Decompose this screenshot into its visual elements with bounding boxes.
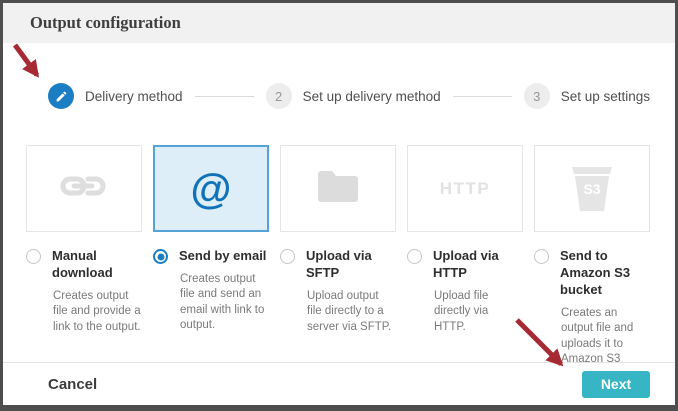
option-manual-download: Manual download Creates output file and … xyxy=(26,248,142,368)
step-label: Set up delivery method xyxy=(303,89,441,104)
pencil-icon xyxy=(48,83,74,109)
card-upload-http[interactable]: HTTP xyxy=(407,145,523,232)
stepper: Delivery method 2 Set up delivery method… xyxy=(48,83,650,109)
option-upload-sftp: Upload via SFTP Upload output file direc… xyxy=(280,248,396,368)
step-number-badge: 3 xyxy=(524,83,550,109)
option-label[interactable]: Send by email xyxy=(179,248,266,265)
option-description: Creates output file and send an email wi… xyxy=(180,272,269,334)
card-send-to-s3[interactable]: S3 xyxy=(534,145,650,232)
option-send-by-email: Send by email Creates output file and se… xyxy=(153,248,269,368)
http-icon: HTTP xyxy=(440,179,490,199)
option-description: Creates an output file and uploads it to… xyxy=(561,306,650,368)
radio-send-by-email[interactable] xyxy=(153,249,168,264)
radio-send-to-s3[interactable] xyxy=(534,249,549,264)
dialog-footer: Cancel Next xyxy=(3,362,675,405)
option-label[interactable]: Manual download xyxy=(52,248,142,282)
dialog-header: Output configuration xyxy=(3,3,675,43)
step-delivery-method[interactable]: Delivery method xyxy=(48,83,183,109)
step-connector xyxy=(195,96,254,97)
s3-icon-label: S3 xyxy=(571,166,613,212)
step-label: Set up settings xyxy=(561,89,650,104)
next-button[interactable]: Next xyxy=(582,371,650,398)
card-send-by-email[interactable]: @ xyxy=(153,145,269,232)
s3-bucket-icon: S3 xyxy=(571,166,613,212)
step-label: Delivery method xyxy=(85,89,183,104)
option-label[interactable]: Upload via SFTP xyxy=(306,248,396,282)
option-description: Upload output file directly to a server … xyxy=(307,289,396,336)
cancel-button[interactable]: Cancel xyxy=(48,376,97,393)
folder-icon xyxy=(315,168,361,209)
link-icon xyxy=(59,171,109,206)
option-label[interactable]: Send to Amazon S3 bucket xyxy=(560,248,650,299)
step-set-up-delivery-method[interactable]: 2 Set up delivery method xyxy=(266,83,441,109)
at-icon: @ xyxy=(191,168,232,210)
radio-manual-download[interactable] xyxy=(26,249,41,264)
step-connector xyxy=(453,96,512,97)
option-upload-http: Upload via HTTP Upload file directly via… xyxy=(407,248,523,368)
card-manual-download[interactable] xyxy=(26,145,142,232)
red-arrow-step1 xyxy=(15,45,37,75)
step-set-up-settings[interactable]: 3 Set up settings xyxy=(524,83,650,109)
step-number-badge: 2 xyxy=(266,83,292,109)
option-label[interactable]: Upload via HTTP xyxy=(433,248,523,282)
delivery-method-options: Manual download Creates output file and … xyxy=(3,248,675,368)
output-configuration-dialog: Output configuration Delivery method 2 S… xyxy=(0,0,678,411)
card-upload-sftp[interactable] xyxy=(280,145,396,232)
option-send-to-s3: Send to Amazon S3 bucket Creates an outp… xyxy=(534,248,650,368)
radio-upload-sftp[interactable] xyxy=(280,249,295,264)
option-description: Upload file directly via HTTP. xyxy=(434,289,523,336)
dialog-title: Output configuration xyxy=(30,13,181,33)
radio-upload-http[interactable] xyxy=(407,249,422,264)
delivery-method-cards: @ HTTP S3 xyxy=(3,145,675,232)
option-description: Creates output file and provide a link t… xyxy=(53,289,142,336)
